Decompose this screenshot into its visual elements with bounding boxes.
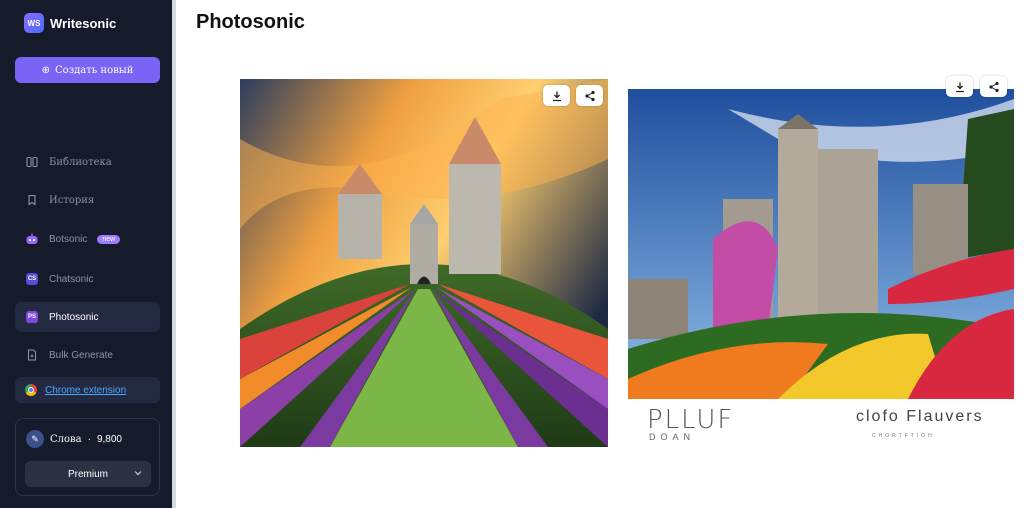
share-icon xyxy=(988,81,999,92)
sidebar-item-history[interactable]: История xyxy=(15,185,160,215)
sidebar-item-bulk-generate[interactable]: Bulk Generate xyxy=(15,340,160,370)
bookmark-icon xyxy=(25,193,39,207)
image-caption-left: PLLUF xyxy=(647,405,735,435)
plan-label: Premium xyxy=(67,468,108,480)
chrome-extension-item[interactable]: Chrome extension xyxy=(15,377,160,403)
download-icon xyxy=(955,82,964,92)
image-caption-right-sub: CHORTFTIOH xyxy=(872,433,935,439)
cs-icon-text: CS xyxy=(26,273,38,285)
sidebar-item-label: Chatsonic xyxy=(49,273,94,285)
download-button[interactable] xyxy=(946,76,973,97)
image-caption-right: clofo Flauvers xyxy=(856,408,984,425)
chevron-down-icon xyxy=(133,468,143,481)
words-icon: ✎ xyxy=(26,430,44,448)
library-icon xyxy=(25,155,39,169)
generated-image-1[interactable] xyxy=(240,79,608,447)
plan-select[interactable]: Premium xyxy=(25,461,151,487)
share-icon xyxy=(584,90,595,101)
words-separator: · xyxy=(87,433,91,445)
create-new-label: Создать новый xyxy=(55,64,134,76)
app-logo[interactable]: WS Writesonic xyxy=(24,13,116,33)
cs-icon: CS xyxy=(25,272,39,286)
sidebar: WS Writesonic ⊕ Создать новый Библиотека… xyxy=(0,0,172,508)
words-label: Слова xyxy=(50,433,82,445)
sidebar-item-label: Botsonic xyxy=(49,233,88,245)
words-counter: ✎ Слова · 9,800 xyxy=(26,430,122,448)
page-title: Photosonic xyxy=(196,11,305,33)
sidebar-item-label: Photosonic xyxy=(49,311,99,323)
sidebar-item-photosonic[interactable]: PS Photosonic xyxy=(15,302,160,332)
sidebar-item-label: Bulk Generate xyxy=(49,349,113,361)
sidebar-item-label: История xyxy=(49,194,95,206)
share-button[interactable] xyxy=(980,76,1007,97)
download-button[interactable] xyxy=(543,85,570,106)
image-caption-left-sub: DOAN xyxy=(649,432,696,442)
generated-image-2[interactable] xyxy=(628,89,1014,399)
document-icon xyxy=(25,348,39,362)
sidebar-divider xyxy=(172,0,176,508)
words-card: ✎ Слова · 9,800 Premium xyxy=(15,418,160,496)
words-count: 9,800 xyxy=(96,433,122,445)
castle-flowers-image-1 xyxy=(240,79,608,447)
ps-icon: PS xyxy=(25,310,39,324)
writesonic-logo-icon: WS xyxy=(24,13,44,33)
sidebar-item-library[interactable]: Библиотека xyxy=(15,147,160,177)
create-new-button[interactable]: ⊕ Создать новый xyxy=(15,57,160,83)
plus-circle-icon: ⊕ xyxy=(41,64,51,76)
app-name: Writesonic xyxy=(50,15,117,31)
chrome-extension-link[interactable]: Chrome extension xyxy=(45,385,126,396)
sidebar-item-label: Библиотека xyxy=(49,156,112,168)
share-button[interactable] xyxy=(576,85,603,106)
castle-flowers-image-2 xyxy=(628,89,1014,399)
bot-icon xyxy=(25,232,39,246)
chrome-icon xyxy=(25,384,37,396)
sidebar-item-botsonic[interactable]: Botsonic new xyxy=(15,224,160,254)
sidebar-item-chatsonic[interactable]: CS Chatsonic xyxy=(15,264,160,294)
ps-icon-text: PS xyxy=(26,311,38,323)
download-icon xyxy=(552,91,561,101)
new-badge: new xyxy=(97,234,121,244)
